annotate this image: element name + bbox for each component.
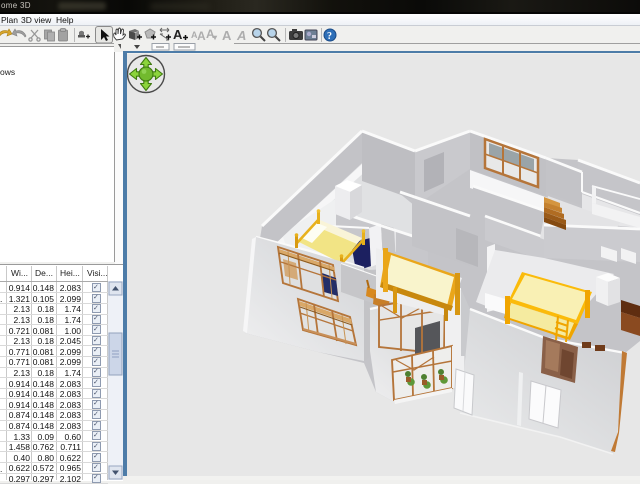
svg-text:A: A (197, 29, 206, 43)
svg-text:▾: ▾ (212, 33, 218, 42)
svg-text:A: A (173, 27, 183, 42)
svg-text:A: A (236, 28, 246, 43)
svg-text:?: ? (327, 31, 332, 42)
svg-text:A: A (222, 28, 232, 43)
